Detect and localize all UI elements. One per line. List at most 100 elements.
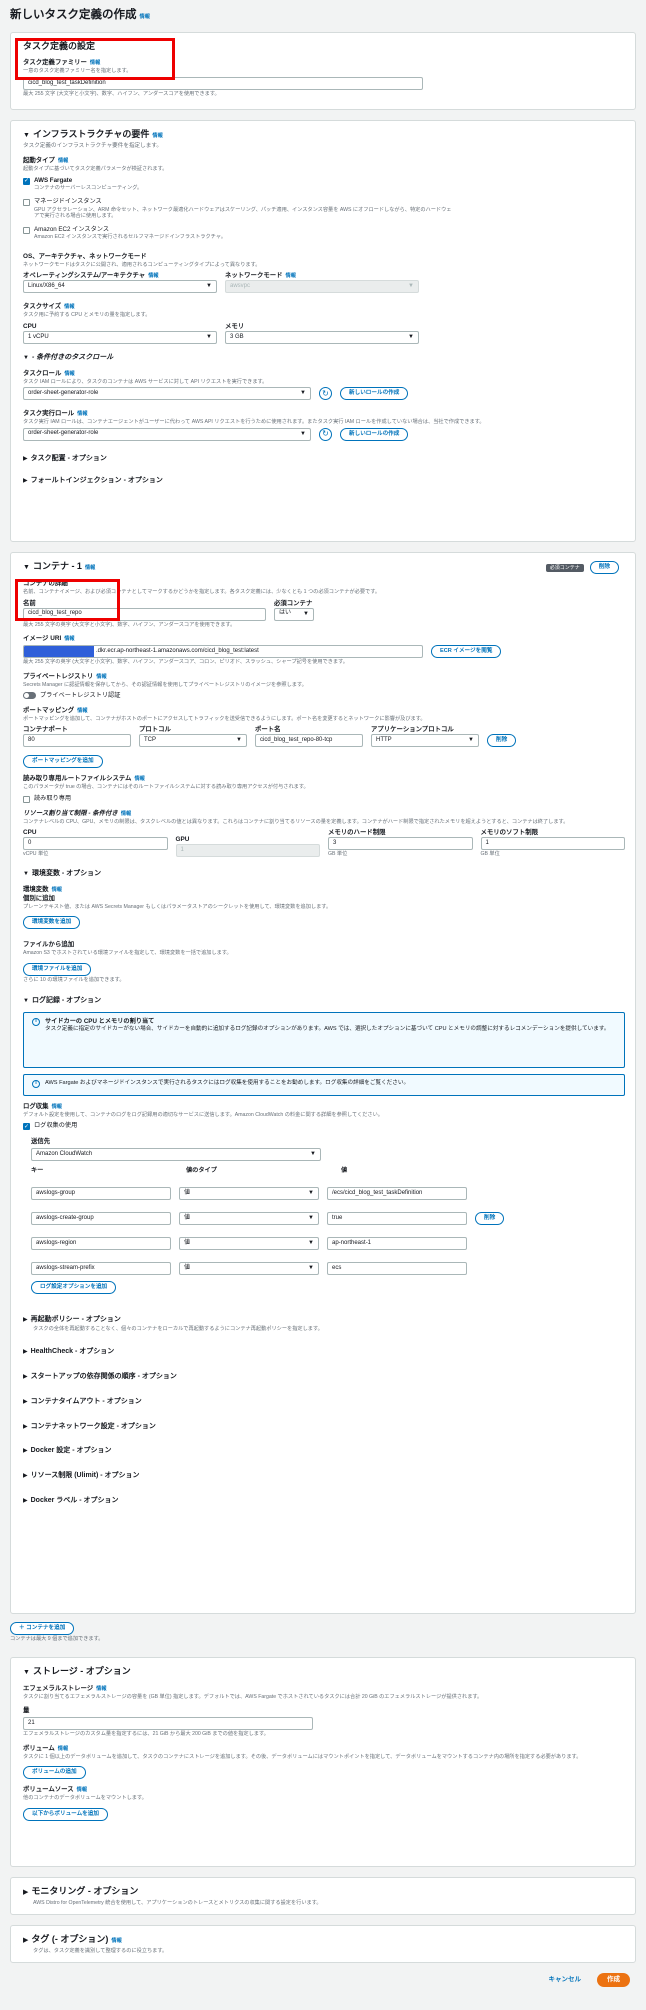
cancel-button[interactable]: キャンセル [549, 1976, 582, 1984]
log-alert: i AWS Fargate およびマネージドインスタンスで実行されるタスクにはログ… [23, 1073, 625, 1096]
cpu-select[interactable]: 1 vCPU [23, 330, 217, 344]
refresh-icon[interactable]: ↻ [319, 427, 332, 441]
port-name-input[interactable]: cicd_blog_test_repo-80-tcp [255, 734, 363, 748]
section-title: ▼ コンテナ - 1 情報 [23, 561, 96, 572]
info-link[interactable]: 情報 [140, 14, 150, 20]
restart-desc: タスクの全体を再起動することなく、個々のコンテナをローカルで再起動するようにコン… [33, 1325, 323, 1332]
destination-select[interactable]: Amazon CloudWatch [31, 1148, 321, 1162]
add-volume-button[interactable]: ボリュームの追加 [23, 1766, 86, 1780]
log-type-select[interactable]: 値 [179, 1262, 319, 1276]
expand-icon: ▶ [23, 1317, 28, 1324]
os-label: オペレーティングシステム/アーキテクチャ 情報 [23, 272, 159, 280]
monitoring-panel[interactable]: ▶ モニタリング - オプション AWS Distro for OpenTelem… [10, 1876, 636, 1915]
amount-input[interactable]: 21 [23, 1717, 313, 1731]
log-expander[interactable]: ▼ ログ記録 - オプション [23, 997, 625, 1006]
readonly-checkbox[interactable]: 読み取り専用 [23, 795, 625, 803]
cpu-limit-input[interactable]: 0 [23, 837, 168, 851]
log-value-input[interactable]: ecs [327, 1262, 467, 1276]
volume-label: ボリューム 情報 [23, 1744, 69, 1752]
uri-hint: 最大 255 文字の英字 (大文字と小文字)、数字、ハイフン、アンダースコア、コ… [23, 659, 348, 666]
collapsed-section[interactable]: ▶ コンテナネットワーク設定 - オプション [23, 1423, 625, 1432]
collapsed-section[interactable]: ▶ HealthCheck - オプション [23, 1348, 625, 1357]
add-env-button[interactable]: 環境変数を追加 [23, 916, 81, 930]
log-type-select[interactable]: 値 [179, 1212, 319, 1226]
ephemeral-label: エフェメラルストレージ 情報 [23, 1684, 107, 1692]
log-key-input[interactable]: awslogs-stream-prefix [31, 1262, 171, 1276]
expand-icon: ▶ [23, 1497, 28, 1504]
add-container-button[interactable]: ＋ コンテナを追加 [10, 1622, 75, 1636]
uri-label: イメージ URI 情報 [23, 635, 75, 643]
log-value-input[interactable]: true [327, 1212, 467, 1226]
expand-icon: ▶ [23, 1349, 28, 1356]
app-protocol-select[interactable]: HTTP [371, 734, 479, 748]
task-role-select[interactable]: order-sheet-generator-role [23, 387, 311, 401]
log-key-input[interactable]: awslogs-region [31, 1237, 171, 1251]
container-panel: ▼ コンテナ - 1 情報 必須コンテナ 削除 コンテナの詳細 名前、コンテナイメージ… [10, 552, 636, 1615]
net-label: ネットワークモード 情報 [225, 272, 296, 280]
section-title: ▶ モニタリング - オプション [23, 1885, 139, 1896]
exec-role-select[interactable]: order-sheet-generator-role [23, 427, 311, 441]
refresh-icon[interactable]: ↻ [319, 387, 332, 401]
roles-expander[interactable]: ▼ - 条件付きのタスクロール [23, 354, 625, 363]
log-type-select[interactable]: 値 [179, 1237, 319, 1251]
fargate-checkbox[interactable]: ✓ AWS Fargate コンテナのサーバーレスコンピューティング。 [23, 177, 625, 194]
create-role-button[interactable]: 新しいロールの作成 [340, 427, 409, 441]
image-uri-input[interactable]: .dkr.ecr.ap-northeast-1.amazonaws.com/ci… [23, 645, 423, 659]
placement-expander[interactable]: ▶ タスク配置 - オプション [23, 455, 625, 464]
info-icon: i [32, 1079, 40, 1088]
log-key-input[interactable]: awslogs-create-group [31, 1212, 171, 1226]
ecr-browse-button[interactable]: ECR イメージを閲覧 [431, 645, 502, 659]
remove-log-option-button[interactable]: 削除 [475, 1212, 505, 1226]
exec-role-label: タスク実行ロール 情報 [23, 410, 88, 418]
protocol-select[interactable]: TCP [139, 734, 247, 748]
soft-mem-input[interactable]: 1 [480, 837, 625, 851]
fault-expander[interactable]: ▶ フォールトインジェクション - オプション [23, 477, 625, 486]
expand-icon: ▶ [23, 455, 28, 462]
collapse-icon: ▼ [23, 564, 30, 572]
port-desc: ポートマッピングを追加して、コンテナがホストのポートにアクセスしてトラフィックを… [23, 715, 426, 722]
log-type-select[interactable]: 値 [179, 1187, 319, 1201]
gpu-limit-input: 1 [175, 843, 320, 857]
ec2-checkbox[interactable]: Amazon EC2 インスタンス Amazon EC2 インスタンスで実行される… [23, 226, 625, 243]
expand-icon: ▶ [23, 1448, 28, 1455]
task-config-panel: タスク定義の設定 タスク定義ファミリー 情報 一意のタスク定義ファミリー名を指定し… [10, 32, 636, 111]
collapsed-section[interactable]: ▶ Docker 設定 - オプション [23, 1447, 625, 1456]
add-log-option-button[interactable]: ログ設定オプションを追加 [31, 1281, 117, 1295]
create-role-button[interactable]: 新しいロールの作成 [340, 387, 409, 401]
container-name-input[interactable]: cicd_blog_test_repo [23, 607, 266, 621]
remove-container-button[interactable]: 削除 [589, 561, 619, 575]
collapsed-section[interactable]: ▶ コンテナタイムアウト - オプション [23, 1398, 625, 1407]
restart-expander[interactable]: ▶ 再起動ポリシー - オプション [23, 1316, 625, 1325]
os-select[interactable]: Linux/X86_64 [23, 280, 217, 294]
env-label: 環境変数 情報 [23, 885, 62, 893]
essential-select[interactable]: はい [274, 607, 314, 621]
dest-label: 送信先 [31, 1138, 51, 1146]
log-collection-checkbox[interactable]: ✓ ログ収集の使用 [23, 1122, 625, 1131]
add-volume-from-button[interactable]: 以下からボリュームを追加 [23, 1807, 108, 1821]
family-input[interactable]: cicd_blog_test_taskDefinition [23, 77, 423, 91]
ephemeral-desc: タスクに割り当てるエフェメラルストレージの容量を (GB 単位) 指定します。デ… [23, 1693, 483, 1700]
managed-checkbox[interactable]: マネージドインスタンス GPU アクセラレーション、ARM 命令セット、ネットワー… [23, 198, 625, 222]
memory-select[interactable]: 3 GB [225, 330, 419, 344]
remove-port-button[interactable]: 削除 [487, 734, 517, 748]
add-env-file-button[interactable]: 環境ファイルを追加 [23, 962, 92, 976]
essential-badge: 必須コンテナ [545, 563, 584, 572]
env-expander[interactable]: ▼ 環境変数 - オプション [23, 870, 625, 879]
collapsed-section[interactable]: ▶ スタートアップの依存関係の順序 - オプション [23, 1373, 625, 1382]
tags-panel[interactable]: ▶ タグ (- オプション) 情報 タグは、タスク定義を識別して整理するのに役立ちま… [10, 1924, 636, 1963]
page-title: 新しいタスク定義の作成 情報 [10, 9, 150, 21]
collapsed-section[interactable]: ▶ リソース制限 (Ulimit) - オプション [23, 1472, 625, 1481]
hard-mem-input[interactable]: 3 [328, 837, 473, 851]
log-key-input[interactable]: awslogs-group [31, 1187, 171, 1201]
add-port-button[interactable]: ポートマッピングを追加 [23, 755, 103, 769]
log-value-input[interactable]: /ecs/cicd_blog_test_taskDefinition [327, 1187, 467, 1201]
task-role-desc: タスク IAM ロールにより、タスクのコンテナは AWS サービスに対して AP… [23, 378, 268, 385]
collapse-icon: ▼ [23, 998, 29, 1005]
container-port-input[interactable]: 80 [23, 734, 131, 748]
amount-label: 量 [23, 1707, 30, 1715]
log-value-input[interactable]: ap-northeast-1 [327, 1237, 467, 1251]
registry-toggle[interactable]: プライベートレジストリ認証 [23, 692, 625, 700]
collapsed-section[interactable]: ▶ Docker ラベル - オプション [23, 1497, 625, 1506]
create-button[interactable]: 作成 [597, 1972, 630, 1987]
name-label: 名前 [23, 599, 36, 607]
